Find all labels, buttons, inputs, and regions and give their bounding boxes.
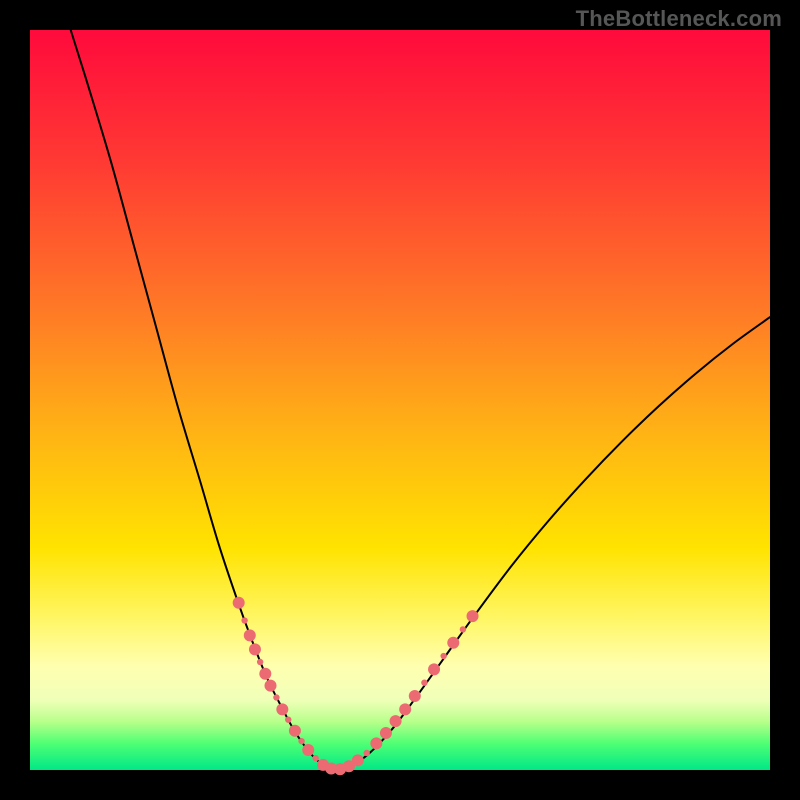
marker-dot: [285, 716, 291, 722]
marker-dot: [370, 737, 382, 749]
marker-dot: [273, 694, 279, 700]
marker-dot: [312, 755, 318, 761]
marker-dot: [241, 617, 247, 623]
marker-dot: [249, 643, 261, 655]
marker-dot: [460, 626, 466, 632]
marker-dot: [380, 727, 392, 739]
watermark-label: TheBottleneck.com: [576, 6, 782, 32]
chart-frame: TheBottleneck.com: [0, 0, 800, 800]
marker-dot: [298, 738, 304, 744]
marker-dot: [390, 715, 402, 727]
marker-dot: [233, 597, 245, 609]
marker-dot: [259, 668, 271, 680]
marker-dot: [399, 703, 411, 715]
marker-dot: [265, 680, 277, 692]
marker-dot: [302, 744, 314, 756]
marker-dot: [276, 703, 288, 715]
marker-dot: [257, 659, 263, 665]
marker-dot: [447, 637, 459, 649]
marker-dot: [421, 679, 427, 685]
marker-dot: [440, 653, 446, 659]
marker-dot: [409, 690, 421, 702]
heatmap-background: [30, 30, 770, 770]
marker-dot: [467, 610, 479, 622]
marker-dot: [289, 725, 301, 737]
marker-dot: [244, 629, 256, 641]
marker-dot: [428, 663, 440, 675]
marker-dot: [352, 754, 364, 766]
bottleneck-chart: [0, 0, 800, 800]
marker-dot: [364, 750, 370, 756]
